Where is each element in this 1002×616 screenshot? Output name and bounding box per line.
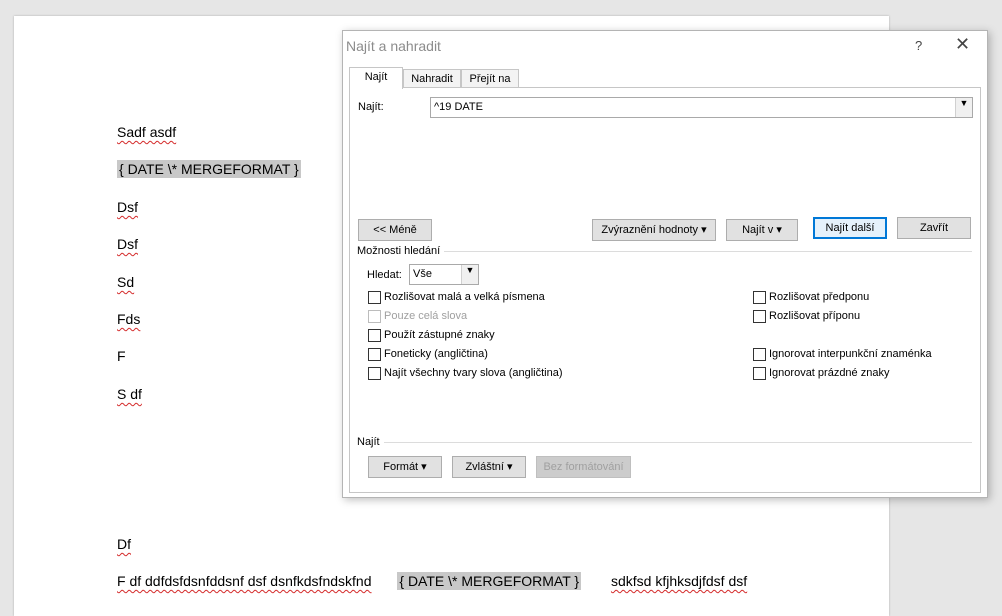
all-word-forms-checkbox[interactable] [368,367,381,380]
ignore-punctuation-label[interactable]: Ignorovat interpunkční znaménka [769,348,932,360]
highlight-button[interactable]: Zvýraznění hodnoty ▾ [592,219,716,241]
doc-line: S df [117,386,142,402]
doc-line: Sd [117,274,135,290]
special-button[interactable]: Zvláštní ▾ [452,456,526,478]
doc-text: sdkfsd kfjhksdjfdsf dsf [610,573,748,589]
dialog-titlebar[interactable]: Najít a nahradit ? ✕ [343,31,987,61]
find-label: Najít: [358,101,384,113]
all-word-forms-label[interactable]: Najít všechny tvary slova (angličtina) [384,367,563,379]
ignore-whitespace-checkbox[interactable] [753,367,766,380]
doc-line: Fds [117,311,141,327]
match-suffix-checkbox[interactable] [753,310,766,323]
tab-replace[interactable]: Nahradit [403,69,461,88]
no-formatting-button: Bez formátování [536,456,631,478]
format-button[interactable]: Formát ▾ [368,456,442,478]
search-direction-value: Vše [413,268,432,280]
doc-line: F [117,348,126,364]
find-replace-dialog: Najít a nahradit ? ✕ Najít Nahradit Přej… [342,30,988,498]
tab-find[interactable]: Najít [349,67,403,89]
tab-panel-find: Najít: ^19 DATE ▼ << Méně Zvýraznění hod… [349,87,981,493]
sounds-like-checkbox[interactable] [368,348,381,361]
divider [384,442,972,443]
close-button[interactable]: Zavřít [897,217,971,239]
doc-line: Dsf [117,199,138,215]
ignore-whitespace-label[interactable]: Ignorovat prázdné znaky [769,367,889,379]
search-options-label: Možnosti hledání [357,245,441,257]
match-prefix-checkbox[interactable] [753,291,766,304]
sounds-like-label[interactable]: Foneticky (angličtina) [384,348,488,360]
whole-words-checkbox [368,310,381,323]
tab-goto[interactable]: Přejít na [461,69,519,88]
search-direction-label: Hledat: [367,269,402,281]
find-input-value: ^19 DATE [434,101,483,113]
doc-line: Sadf asdf [117,124,177,140]
dialog-title: Najít a nahradit [346,38,441,54]
less-button[interactable]: << Méně [358,219,432,241]
match-prefix-label[interactable]: Rozlišovat předponu [769,291,869,303]
find-next-button[interactable]: Najít další [813,217,887,239]
doc-field-date[interactable]: { DATE \* MERGEFORMAT } [117,160,301,178]
help-icon[interactable]: ? [915,38,922,53]
doc-line-last: F df ddfdsfdsnfddsnf dsf dsnfkdsfndskfnd… [117,572,748,590]
chevron-down-icon[interactable]: ▼ [461,265,478,284]
doc-text: F df ddfdsfdsnfddsnf dsf dsnfkdsfndskfnd [117,573,372,589]
wildcards-label[interactable]: Použít zástupné znaky [384,329,495,341]
whole-words-label: Pouze celá slova [384,310,468,322]
wildcards-checkbox[interactable] [368,329,381,342]
match-suffix-label[interactable]: Rozlišovat příponu [769,310,860,322]
find-in-button[interactable]: Najít v ▾ [726,219,798,241]
divider [444,251,972,252]
find-input[interactable]: ^19 DATE ▼ [430,97,973,118]
search-direction-select[interactable]: Vše ▼ [409,264,479,285]
doc-line: Dsf [117,236,138,252]
ignore-punctuation-checkbox[interactable] [753,348,766,361]
match-case-checkbox[interactable] [368,291,381,304]
find-section-label: Najít [357,436,380,448]
doc-line: Df [117,536,131,552]
chevron-down-icon[interactable]: ▼ [955,98,972,117]
close-icon[interactable]: ✕ [955,34,970,55]
match-case-label[interactable]: Rozlišovat malá a velká písmena [384,291,545,303]
doc-field-date-inline[interactable]: { DATE \* MERGEFORMAT } [397,572,582,590]
